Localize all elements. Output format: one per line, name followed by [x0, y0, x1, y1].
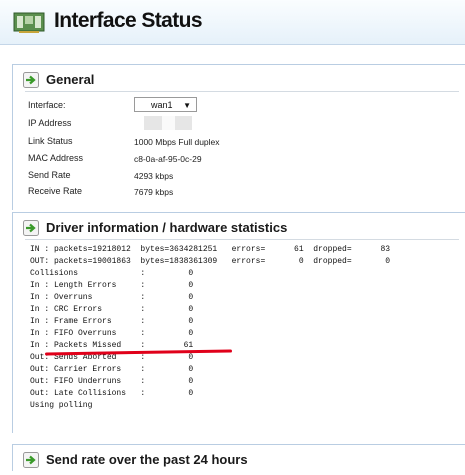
stats-line: In : CRC Errors : 0	[30, 305, 194, 314]
stats-line: Out: FIFO Underruns : 0	[30, 377, 194, 386]
stats-line: In : Overruns : 0	[30, 293, 194, 302]
stats-line: Out: Carrier Errors : 0	[30, 365, 194, 374]
link-status-value: 1000 Mbps Full duplex	[134, 137, 220, 147]
network-card-icon	[13, 12, 45, 33]
ip-address-label: IP Address	[28, 118, 72, 128]
stats-line: Using polling	[30, 401, 93, 410]
interface-select[interactable]: wan1 ▼	[134, 97, 197, 112]
stats-line: Collisions : 0	[30, 269, 194, 278]
arrow-right-icon	[23, 220, 39, 236]
arrow-right-icon	[23, 452, 39, 468]
stats-line: In : Frame Errors : 0	[30, 317, 194, 326]
stats-line: OUT: packets=19001863 bytes=1838361309 e…	[30, 257, 391, 266]
link-status-label: Link Status	[28, 136, 73, 146]
interface-label: Interface:	[28, 100, 66, 110]
interface-select-value: wan1	[151, 100, 173, 110]
stats-line: IN : packets=19218012 bytes=3634281251 e…	[30, 245, 391, 254]
page-title: Interface Status	[54, 9, 203, 32]
receive-rate-label: Receive Rate	[28, 186, 83, 196]
send-rate-value: 4293 kbps	[134, 171, 174, 181]
stats-line: Out: Late Collisions : 0	[30, 389, 194, 398]
section-title: General	[46, 72, 95, 87]
stats-line: In : Length Errors : 0	[30, 281, 194, 290]
send-rate-label: Send Rate	[28, 170, 71, 180]
receive-rate-value: 7679 kbps	[134, 187, 174, 197]
redaction-gap	[162, 116, 175, 130]
divider	[25, 91, 459, 92]
dropdown-arrow-icon: ▼	[183, 101, 191, 110]
send-rate-section: Send rate over the past 24 hours	[12, 444, 465, 471]
mac-address-label: MAC Address	[28, 153, 84, 163]
stats-line: In : FIFO Overruns : 0	[30, 329, 194, 338]
page-header: Interface Status	[0, 0, 465, 45]
section-title: Driver information / hardware statistics	[46, 220, 288, 235]
divider	[25, 239, 459, 240]
section-title: Send rate over the past 24 hours	[46, 452, 248, 467]
arrow-right-icon	[23, 72, 39, 88]
mac-address-value: c8-0a-af-95-0c-29	[134, 154, 202, 164]
